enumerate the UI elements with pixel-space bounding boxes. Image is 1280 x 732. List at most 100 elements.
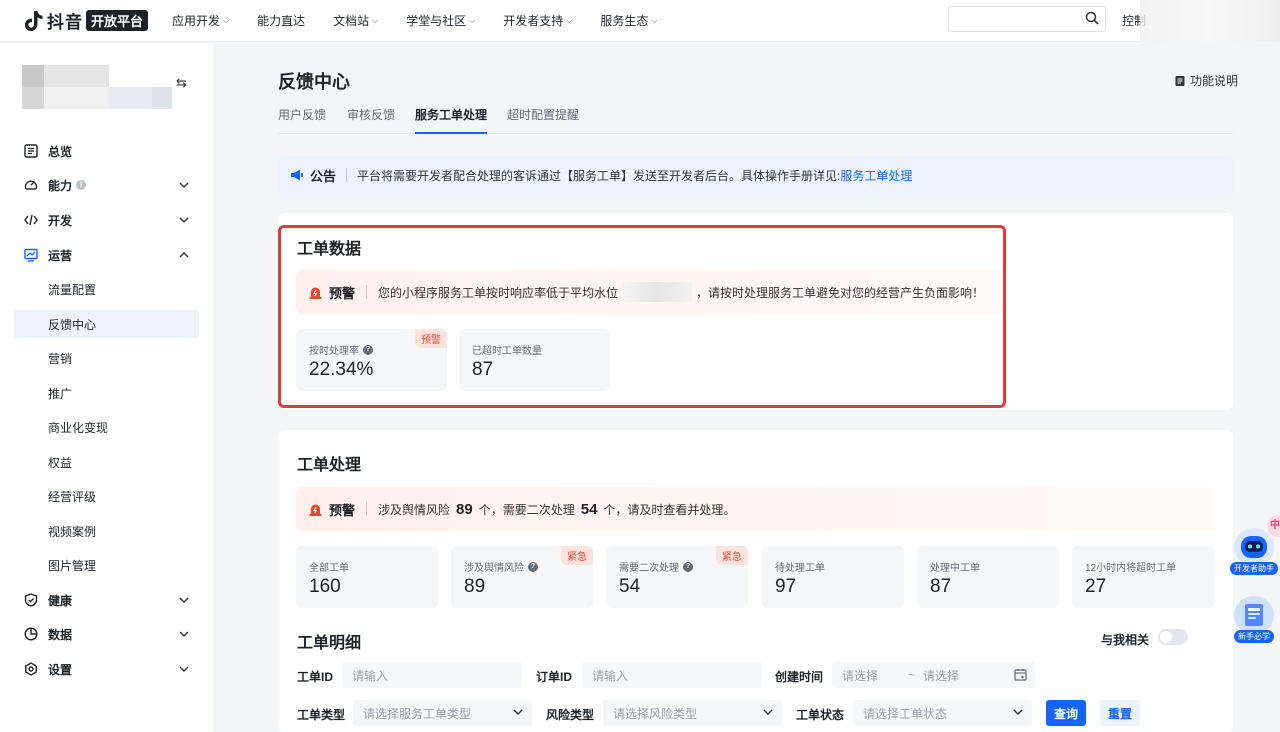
top-search-input[interactable] bbox=[948, 6, 1106, 32]
nav-support[interactable]: 开发者支持 ⌵ bbox=[503, 12, 572, 29]
tab-review-feedback[interactable]: 审核反馈 bbox=[347, 106, 395, 134]
sidebar-label: 数据 bbox=[48, 627, 73, 642]
ability-icon bbox=[23, 177, 39, 193]
help-icon[interactable]: ? bbox=[528, 561, 538, 572]
sidebar-subitem-images[interactable]: 图片管理 bbox=[14, 551, 199, 579]
stat-label: 12小时内将超时工单 bbox=[1085, 563, 1177, 574]
calendar-icon[interactable] bbox=[1014, 668, 1027, 684]
info-icon[interactable]: i bbox=[76, 180, 87, 190]
query-button[interactable]: 查询 bbox=[1046, 700, 1086, 726]
urgent-tag: 紧急 bbox=[716, 546, 748, 565]
stat-value: 87 bbox=[930, 576, 952, 597]
nav-ecosystem[interactable]: 服务生态 ⌵ bbox=[600, 12, 657, 29]
ticket-id-input[interactable]: 请输入 bbox=[342, 662, 522, 688]
stat-in-progress[interactable]: 处理中工单 87 bbox=[917, 546, 1059, 608]
douyin-logo-icon bbox=[24, 10, 44, 32]
chevron-up-icon bbox=[179, 249, 189, 263]
order-id-input[interactable]: 请输入 bbox=[582, 662, 762, 688]
nav-label: 开发者支持 bbox=[503, 14, 564, 28]
newbie-guide-button[interactable]: 新手必学 bbox=[1230, 596, 1278, 646]
sidebar-label: 能力 bbox=[48, 178, 73, 193]
account-avatar-blurred[interactable] bbox=[22, 65, 172, 109]
notice-label: 公告 bbox=[310, 168, 337, 184]
announcement: 公告 bbox=[290, 166, 336, 185]
user-area-blurred[interactable] bbox=[1140, 0, 1280, 42]
ticket-status-select[interactable]: 请选择工单状态 bbox=[853, 700, 1032, 726]
stat-label: 待处理工单 bbox=[775, 563, 825, 574]
search-icon[interactable] bbox=[1085, 11, 1099, 28]
reset-button[interactable]: 重置 bbox=[1100, 700, 1140, 726]
urgent-tag: 紧急 bbox=[561, 546, 593, 565]
switch-account-icon[interactable]: ⇆ bbox=[176, 75, 187, 91]
nav-label: 能力直达 bbox=[257, 14, 306, 28]
logo[interactable]: 抖音 开放平台 bbox=[24, 8, 172, 33]
tab-user-feedback[interactable]: 用户反馈 bbox=[278, 106, 326, 134]
sidebar-item-data[interactable]: 数据 bbox=[14, 620, 199, 648]
sidebar-subitem-feedback[interactable]: 反馈中心 bbox=[14, 310, 199, 338]
chevron-down-icon: ⌵ bbox=[651, 15, 658, 25]
logo-badge: 开放平台 bbox=[86, 10, 149, 31]
nav-community[interactable]: 学堂与社区 ⌵ bbox=[406, 12, 475, 29]
stat-public-risk[interactable]: 涉及舆情风险? 89 紧急 bbox=[451, 546, 593, 608]
code-icon bbox=[23, 212, 39, 228]
tab-timeout-config[interactable]: 超时配置提醒 bbox=[507, 106, 579, 134]
stat-label: 需要二次处理? bbox=[619, 559, 693, 574]
nav-app-dev[interactable]: 应用开发 ⌵ bbox=[172, 12, 229, 29]
nav-docs[interactable]: 文档站 ⌵ bbox=[333, 12, 378, 29]
chevron-down-icon bbox=[762, 706, 774, 721]
related-to-me-toggle[interactable] bbox=[1158, 629, 1188, 645]
sidebar-item-health[interactable]: 健康 bbox=[14, 586, 199, 614]
highlight-box bbox=[278, 225, 1006, 408]
alert-siren-icon bbox=[308, 502, 323, 517]
sidebar-item-overview[interactable]: 总览 bbox=[14, 137, 199, 165]
sidebar-item-operate[interactable]: 运营 bbox=[14, 241, 199, 269]
divider bbox=[366, 502, 368, 516]
notice-link[interactable]: 服务工单处理 bbox=[840, 169, 912, 183]
sidebar-subitem-monetization[interactable]: 商业化变现 bbox=[14, 413, 199, 441]
sidebar-subitem-rating[interactable]: 经营评级 bbox=[14, 482, 199, 510]
notice-bar: 公告 平台将需要开发者配合处理的客诉通过【服务工单】发送至开发者后台。具体操作手… bbox=[278, 156, 1233, 194]
stat-soon-timeout[interactable]: 12小时内将超时工单 27 bbox=[1072, 546, 1214, 608]
warning-label: 预警 bbox=[308, 500, 355, 519]
nav-label: 学堂与社区 bbox=[406, 14, 467, 28]
ticket-type-select[interactable]: 请选择服务工单类型 bbox=[353, 700, 532, 726]
book-icon bbox=[1234, 596, 1274, 634]
sidebar-subitem-promotion[interactable]: 推广 bbox=[14, 379, 199, 407]
sidebar-label: 运营 bbox=[48, 248, 73, 263]
stat-pending[interactable]: 待处理工单 97 bbox=[762, 546, 904, 608]
risk-type-select[interactable]: 请选择风险类型 bbox=[603, 700, 782, 726]
logo-text: 抖音 bbox=[47, 13, 83, 32]
sidebar-item-ability[interactable]: 能力 i bbox=[14, 171, 199, 199]
sidebar-subitem-traffic[interactable]: 流量配置 bbox=[14, 275, 199, 303]
help-icon[interactable]: ? bbox=[683, 561, 693, 572]
stat-label-text: 涉及舆情风险 bbox=[464, 563, 524, 574]
sidebar-subitem-marketing[interactable]: 营销 bbox=[14, 344, 199, 372]
health-shield-icon bbox=[23, 592, 39, 608]
stat-all-tickets[interactable]: 全部工单 160 bbox=[296, 546, 438, 608]
pie-chart-icon bbox=[23, 626, 39, 642]
nav-label: 服务生态 bbox=[600, 14, 649, 28]
sidebar-subitem-benefits[interactable]: 权益 bbox=[14, 448, 199, 476]
stat-second-process[interactable]: 需要二次处理? 54 紧急 bbox=[606, 546, 748, 608]
date-start-input[interactable]: 请选择 bbox=[842, 667, 878, 684]
operate-chart-icon bbox=[23, 247, 39, 263]
developer-assistant-button[interactable]: 开发者助手 bbox=[1230, 528, 1278, 578]
nav-ability[interactable]: 能力直达 bbox=[257, 12, 305, 29]
sidebar-item-develop[interactable]: 开发 bbox=[14, 206, 199, 234]
date-range-picker[interactable]: 请选择 ~ 请选择 bbox=[832, 662, 1035, 688]
select-placeholder: 请选择风险类型 bbox=[613, 706, 698, 721]
func-description-link[interactable]: 功能说明 bbox=[1174, 72, 1238, 89]
sidebar-item-settings[interactable]: 设置 bbox=[14, 655, 199, 683]
sidebar-subitem-video-cases[interactable]: 视频案例 bbox=[14, 517, 199, 545]
date-end-input[interactable]: 请选择 bbox=[923, 667, 959, 684]
ticket-status-label: 工单状态 bbox=[796, 708, 845, 722]
tab-service-ticket[interactable]: 服务工单处理 bbox=[415, 106, 488, 134]
robot-icon bbox=[1234, 528, 1274, 566]
select-placeholder: 请选择服务工单类型 bbox=[363, 706, 472, 721]
overview-icon bbox=[23, 143, 39, 159]
sidebar-label: 健康 bbox=[48, 593, 73, 608]
sidebar-label: 开发 bbox=[48, 213, 73, 228]
notice-text: 平台将需要开发者配合处理的客诉通过【服务工单】发送至开发者后台。具体操作手册详见… bbox=[357, 167, 912, 184]
notice-body: 平台将需要开发者配合处理的客诉通过【服务工单】发送至开发者后台。具体操作手册详见… bbox=[357, 168, 841, 183]
section-title: 工单明细 bbox=[297, 635, 362, 652]
